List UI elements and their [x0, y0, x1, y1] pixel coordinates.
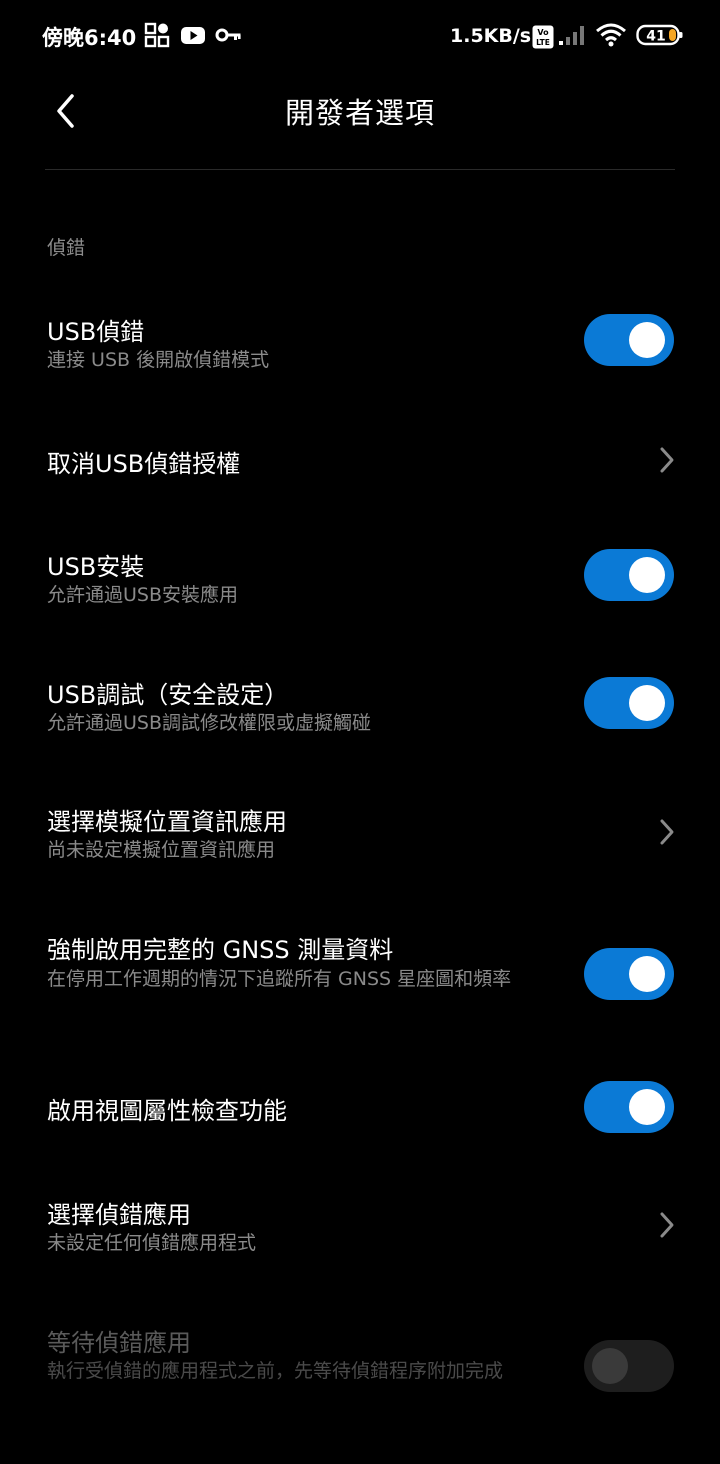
row-title: 取消USB偵錯授權 — [47, 450, 241, 478]
row-subtitle: 在停用工作週期的情況下追蹤所有 GNSS 星座圖和頻率 — [47, 968, 512, 990]
row-title: USB偵錯 — [47, 318, 145, 346]
toggle-knob — [592, 1348, 628, 1384]
row-subtitle: 執行受偵錯的應用程式之前，先等待偵錯程序附加完成 — [47, 1360, 504, 1382]
setting-row-revoke-usb-auth[interactable]: 取消USB偵錯授權 — [0, 430, 720, 490]
svg-text:LTE: LTE — [536, 38, 550, 47]
row-subtitle: 未設定任何偵錯應用程式 — [47, 1232, 257, 1254]
chevron-right-icon — [660, 1212, 674, 1238]
row-title: 選擇偵錯應用 — [47, 1201, 191, 1229]
row-title: USB安裝 — [47, 553, 145, 581]
volte-icon: Vo LTE — [532, 25, 554, 49]
row-title: 啟用視圖屬性檢查功能 — [47, 1097, 287, 1125]
usb-debugging-toggle[interactable] — [584, 314, 674, 366]
row-subtitle: 連接 USB 後開啟偵錯模式 — [47, 349, 270, 371]
gnss-measurements-toggle[interactable] — [584, 948, 674, 1000]
view-attribute-inspection-toggle[interactable] — [584, 1081, 674, 1133]
row-title: 等待偵錯應用 — [47, 1329, 191, 1357]
header: 開發者選項 — [0, 72, 720, 170]
status-time: 傍晚6:40 — [42, 26, 137, 50]
status-bar: 傍晚6:40 1.5KB/s Vo LTE 41 — [0, 0, 720, 72]
chevron-right-icon — [660, 447, 674, 473]
toggle-knob — [629, 685, 665, 721]
network-speed: 1.5KB/s — [450, 25, 532, 47]
row-subtitle: 允許通過USB調試修改權限或虛擬觸碰 — [47, 712, 372, 734]
setting-row-wait-for-debugger: 等待偵錯應用 執行受偵錯的應用程式之前，先等待偵錯程序附加完成 — [0, 1311, 720, 1431]
setting-row-usb-debugging-security[interactable]: USB調試（安全設定） 允許通過USB調試修改權限或虛擬觸碰 — [0, 663, 720, 753]
setting-row-usb-debugging[interactable]: USB偵錯 連接 USB 後開啟偵錯模式 — [0, 300, 720, 390]
svg-text:Vo: Vo — [537, 28, 549, 37]
qr-scan-icon — [144, 22, 170, 48]
usb-install-toggle[interactable] — [584, 549, 674, 601]
signal-icon — [559, 26, 584, 45]
setting-row-mock-location-app[interactable]: 選擇模擬位置資訊應用 尚未設定模擬位置資訊應用 — [0, 790, 720, 880]
toggle-knob — [629, 322, 665, 358]
row-title: 強制啟用完整的 GNSS 測量資料 — [47, 936, 394, 964]
battery-level: 41 — [646, 29, 665, 45]
wait-for-debugger-toggle — [584, 1340, 674, 1392]
chevron-right-icon — [660, 819, 674, 845]
row-title: 選擇模擬位置資訊應用 — [47, 808, 287, 836]
section-label: 偵錯 — [47, 237, 86, 259]
setting-row-select-debug-app[interactable]: 選擇偵錯應用 未設定任何偵錯應用程式 — [0, 1183, 720, 1273]
toggle-knob — [629, 557, 665, 593]
toggle-knob — [629, 1089, 665, 1125]
row-subtitle: 尚未設定模擬位置資訊應用 — [47, 839, 276, 861]
wifi-icon — [596, 23, 626, 47]
setting-row-usb-install[interactable]: USB安裝 允許通過USB安裝應用 — [0, 535, 720, 625]
usb-debugging-security-toggle[interactable] — [584, 677, 674, 729]
battery-icon: 41 — [636, 24, 683, 46]
header-divider — [45, 169, 675, 170]
toggle-knob — [629, 956, 665, 992]
setting-row-view-attribute-inspection[interactable]: 啟用視圖屬性檢查功能 — [0, 1075, 720, 1139]
row-title: USB調試（安全設定） — [47, 681, 289, 709]
row-subtitle: 允許通過USB安裝應用 — [47, 584, 239, 606]
youtube-icon — [181, 27, 205, 44]
page-title: 開發者選項 — [284, 96, 435, 130]
setting-row-gnss-measurements[interactable]: 強制啟用完整的 GNSS 測量資料 在停用工作週期的情況下追蹤所有 GNSS 星… — [0, 920, 720, 1040]
vpn-key-icon — [215, 28, 241, 42]
